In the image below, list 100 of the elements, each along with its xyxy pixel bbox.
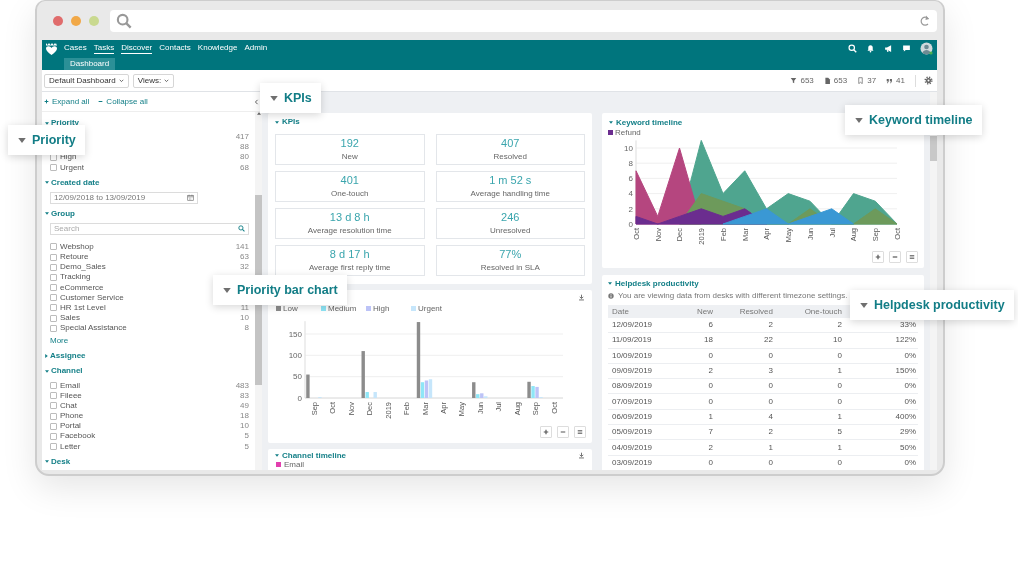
count-label: 41 [896,76,905,85]
kpi-label: Resolved [493,153,527,161]
table-cell: 122% [844,332,918,349]
table-cell: 7 [660,424,715,440]
filter-count: 88 [240,143,249,152]
panel-title: KPIs [282,118,300,126]
legend-label: Refund [615,128,641,137]
table-cell: 0 [660,394,715,410]
table-cell: 05/09/2019 [608,424,660,440]
table-cell: 0 [775,455,844,470]
filter-count: 141 [235,242,249,251]
table-cell: 150% [844,363,918,379]
filter-count: 5 [244,442,249,451]
callout-title: Priority [32,133,76,147]
filter-count: 417 [235,133,249,142]
table-cell: 0% [844,378,918,394]
table-cell: 29% [844,424,918,440]
table-cell: 0 [775,348,844,364]
table-cell: 04/09/2019 [608,439,660,456]
table-cell: 0 [660,455,715,470]
filter-count: 80 [240,153,249,162]
filter-count: 63 [240,253,249,262]
axis-label: 10 [624,143,633,153]
table-cell: 0 [775,394,844,410]
axis-label: 4 [628,189,633,199]
kpi-label: Average handling time [470,190,550,198]
table-cell: 0 [660,378,715,394]
table-cell: 0% [844,394,918,410]
axis-label: 50 [293,372,302,382]
table-cell: 400% [844,409,918,425]
table-cell: 1 [775,439,844,456]
legend-label: Email [284,460,304,469]
filter-count: 32 [240,263,249,272]
kpi-value: 407 [501,138,520,149]
table-cell: 4 [715,409,775,425]
filter-count: 11 [240,303,249,312]
kpi-label: Unresolved [490,227,531,235]
table-cell: 50% [844,439,918,456]
kpi-label: Resolved in SLA [480,264,540,272]
kpi-value: 13 d 8 h [329,212,370,223]
filter-count: 49 [240,401,249,410]
table-cell: 6 [660,318,715,333]
kpi-value: 1 m 52 s [489,175,532,186]
filter-count: 483 [235,381,249,390]
legend-label: Urgent [418,304,442,313]
table-cell: 10 [775,332,844,349]
axis-label: 0 [628,219,633,229]
filter-count: 68 [240,163,249,172]
axis-label: 2 [628,204,633,214]
table-cell: 0% [844,455,918,470]
kpi-value: 77% [499,249,522,260]
table-cell: 0 [775,378,844,394]
axis-label: 0 [297,393,302,403]
table-cell: 0 [715,394,775,410]
filter-count: 83 [240,391,249,400]
table-cell: 0 [715,348,775,364]
table-cell: 03/09/2019 [608,455,660,470]
table-cell: 1 [715,439,775,456]
table-cell: 2 [660,439,715,456]
kpi-value: 192 [340,138,359,149]
legend-label: High [373,304,390,313]
table-cell: 11/09/2019 [608,332,660,349]
table-cell: 12/09/2019 [608,318,660,333]
table-cell: 2 [715,318,775,333]
table-cell: 2 [775,318,844,333]
table-cell: 22 [715,332,775,349]
table-cell: 0 [660,348,715,364]
kpi-value: 401 [340,175,359,186]
callout-title: Helpdesk productivity [874,298,1005,312]
kpi-label: One-touch [331,190,369,198]
kpi-value: 8 d 17 h [329,249,370,260]
table-cell: 1 [775,363,844,379]
axis-label: 8 [628,159,633,168]
filter-count: 10 [240,314,249,323]
table-cell: 1 [660,409,715,425]
table-cell: 2 [660,363,715,379]
filter-count: 8 [244,324,249,333]
filter-count: 5 [244,432,249,441]
table-cell: 07/09/2019 [608,394,660,410]
table-cell: 2 [715,424,775,440]
panel-title: Helpdesk productivity [615,279,699,288]
axis-label: 100 [288,351,302,361]
callout-title: Priority bar chart [237,283,338,297]
legend-label: Medium [328,304,357,313]
callout-title: Keyword timeline [869,113,973,127]
legend-label: Low [283,304,298,313]
axis-label: 150 [288,329,302,339]
table-cell: 08/09/2019 [608,378,660,394]
table-cell: 0 [715,378,775,394]
callout-title: KPIs [284,91,312,105]
kpi-label: Average first reply time [308,264,391,272]
filter-count: 18 [240,412,249,421]
table-cell: 0% [844,348,918,364]
table-cell: 09/09/2019 [608,363,660,379]
table-cell: 10/09/2019 [608,348,660,364]
table-cell: 3 [715,363,775,379]
filter-count: 10 [240,422,249,431]
count-label: 37 [867,76,877,85]
table-cell: 5 [775,424,844,440]
table-cell: 18 [660,332,715,349]
